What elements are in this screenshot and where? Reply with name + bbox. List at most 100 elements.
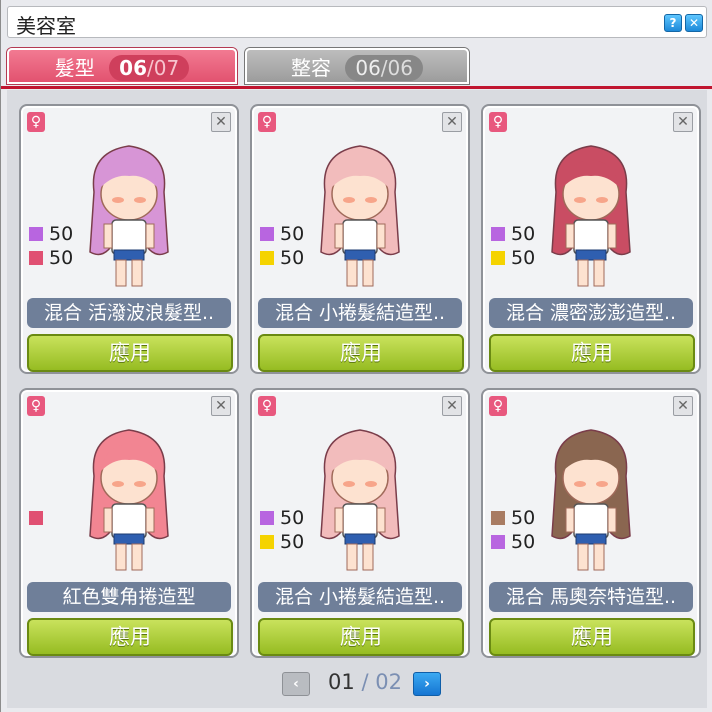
tab-count-total: 06 bbox=[387, 56, 413, 80]
color-swatch bbox=[491, 535, 505, 549]
hairstyle-name: 混合 活潑波浪髮型.. bbox=[27, 298, 231, 328]
mix-ratio: 50 bbox=[49, 247, 74, 269]
apply-button[interactable]: 應用 bbox=[258, 334, 464, 372]
color-mix-row: 50 bbox=[260, 530, 304, 554]
color-mix-row: 50 bbox=[491, 222, 535, 246]
tab-underline bbox=[1, 86, 712, 89]
color-mix-row: 50 bbox=[260, 222, 304, 246]
female-icon: ♀ bbox=[258, 112, 276, 132]
hairstyle-card[interactable]: ♀ ✕ 紅色雙角捲造型 應用 bbox=[19, 388, 239, 658]
color-mix-row: 50 bbox=[29, 222, 73, 246]
hairstyle-name: 紅色雙角捲造型 bbox=[27, 582, 231, 612]
close-icon[interactable]: ✕ bbox=[685, 14, 703, 32]
hairstyle-grid: ♀ ✕ 50 50 混合 活潑波浪髮型.. 應用 ♀ ✕ 50 50 混合 小捲… bbox=[7, 90, 707, 708]
female-icon: ♀ bbox=[258, 396, 276, 416]
character-preview bbox=[551, 429, 631, 571]
apply-button[interactable]: 應用 bbox=[489, 334, 695, 372]
remove-icon[interactable]: ✕ bbox=[673, 112, 693, 132]
female-icon: ♀ bbox=[489, 396, 507, 416]
color-swatch bbox=[491, 227, 505, 241]
apply-button[interactable]: 應用 bbox=[258, 618, 464, 656]
mix-ratio: 50 bbox=[49, 223, 74, 245]
color-mix-row bbox=[29, 506, 49, 530]
color-swatch bbox=[29, 511, 43, 525]
next-page-button[interactable]: › bbox=[413, 672, 441, 696]
color-swatch bbox=[260, 511, 274, 525]
hairstyle-card[interactable]: ♀ ✕ 50 50 混合 小捲髮結造型.. 應用 bbox=[250, 388, 470, 658]
character-preview bbox=[89, 145, 169, 287]
color-swatch bbox=[491, 511, 505, 525]
window-title: 美容室 bbox=[16, 14, 76, 38]
tab-count-sep: / bbox=[147, 56, 154, 80]
color-mix: 50 50 bbox=[29, 222, 73, 270]
color-swatch bbox=[260, 251, 274, 265]
prev-page-button[interactable]: ‹ bbox=[282, 672, 310, 696]
page-total: 02 bbox=[375, 670, 402, 694]
remove-icon[interactable]: ✕ bbox=[442, 396, 462, 416]
character-preview bbox=[551, 145, 631, 287]
tab-count: 06/07 bbox=[109, 55, 190, 81]
hairstyle-name: 混合 濃密澎澎造型.. bbox=[489, 298, 693, 328]
color-swatch bbox=[29, 251, 43, 265]
remove-icon[interactable]: ✕ bbox=[211, 112, 231, 132]
apply-button[interactable]: 應用 bbox=[489, 618, 695, 656]
color-mix-row: 50 bbox=[260, 506, 304, 530]
tab-count-current: 06 bbox=[355, 56, 381, 80]
color-swatch bbox=[260, 227, 274, 241]
color-mix: 50 50 bbox=[260, 222, 304, 270]
color-mix bbox=[29, 506, 49, 530]
mix-ratio: 50 bbox=[511, 223, 536, 245]
beauty-salon-window: 美容室 ? ✕ 髮型 06/07 整容 06/06 ♀ ✕ 50 50 混合 活… bbox=[0, 0, 712, 712]
mix-ratio: 50 bbox=[511, 507, 536, 529]
tab-label: 髮型 bbox=[54, 56, 95, 80]
mix-ratio: 50 bbox=[280, 531, 305, 553]
female-icon: ♀ bbox=[489, 112, 507, 132]
tab-count-sep: / bbox=[380, 56, 388, 80]
mix-ratio: 50 bbox=[280, 223, 305, 245]
color-swatch bbox=[491, 251, 505, 265]
page-indicator: 01 / 02 bbox=[323, 670, 407, 694]
color-mix: 50 50 bbox=[491, 222, 535, 270]
color-mix-row: 50 bbox=[29, 246, 73, 270]
mix-ratio: 50 bbox=[511, 247, 536, 269]
tab-count-total: 07 bbox=[153, 56, 180, 80]
pagination: ‹ 01 / 02 › bbox=[1, 668, 712, 702]
mix-ratio: 50 bbox=[280, 247, 305, 269]
apply-button[interactable]: 應用 bbox=[27, 618, 233, 656]
hairstyle-card[interactable]: ♀ ✕ 50 50 混合 濃密澎澎造型.. 應用 bbox=[481, 104, 701, 374]
color-mix: 50 50 bbox=[491, 506, 535, 554]
color-mix-row: 50 bbox=[491, 506, 535, 530]
tab-count-current: 06 bbox=[119, 56, 147, 80]
hairstyle-name: 混合 小捲髮結造型.. bbox=[258, 298, 462, 328]
help-icon[interactable]: ? bbox=[664, 14, 682, 32]
color-mix-row: 50 bbox=[491, 246, 535, 270]
hairstyle-name: 混合 馬奧奈特造型.. bbox=[489, 582, 693, 612]
character-preview bbox=[320, 145, 400, 287]
title-bar: 美容室 ? ✕ bbox=[7, 6, 707, 38]
page-current: 01 bbox=[328, 670, 355, 694]
color-mix: 50 50 bbox=[260, 506, 304, 554]
mix-ratio: 50 bbox=[511, 531, 536, 553]
apply-button[interactable]: 應用 bbox=[27, 334, 233, 372]
hairstyle-card[interactable]: ♀ ✕ 50 50 混合 小捲髮結造型.. 應用 bbox=[250, 104, 470, 374]
female-icon: ♀ bbox=[27, 396, 45, 416]
tab-label: 整容 bbox=[290, 56, 331, 80]
character-preview bbox=[320, 429, 400, 571]
color-swatch bbox=[260, 535, 274, 549]
hairstyle-card[interactable]: ♀ ✕ 50 50 混合 活潑波浪髮型.. 應用 bbox=[19, 104, 239, 374]
color-swatch bbox=[29, 227, 43, 241]
tab-hairstyle[interactable]: 髮型 06/07 bbox=[7, 48, 237, 84]
remove-icon[interactable]: ✕ bbox=[442, 112, 462, 132]
remove-icon[interactable]: ✕ bbox=[211, 396, 231, 416]
tab-face[interactable]: 整容 06/06 bbox=[245, 48, 469, 84]
page-sep: / bbox=[361, 670, 369, 694]
hairstyle-name: 混合 小捲髮結造型.. bbox=[258, 582, 462, 612]
mix-ratio: 50 bbox=[280, 507, 305, 529]
tab-count: 06/06 bbox=[345, 55, 423, 81]
character-preview bbox=[89, 429, 169, 571]
hairstyle-card[interactable]: ♀ ✕ 50 50 混合 馬奧奈特造型.. 應用 bbox=[481, 388, 701, 658]
color-mix-row: 50 bbox=[491, 530, 535, 554]
female-icon: ♀ bbox=[27, 112, 45, 132]
color-mix-row: 50 bbox=[260, 246, 304, 270]
remove-icon[interactable]: ✕ bbox=[673, 396, 693, 416]
